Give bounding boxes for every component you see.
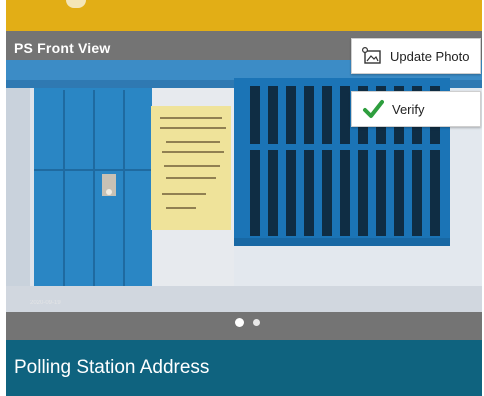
- photo-view-label: PS Front View: [14, 40, 111, 56]
- verify-label: Verify: [392, 101, 425, 117]
- update-photo-button[interactable]: Update Photo: [351, 38, 481, 74]
- polling-station-card: PS Front View 2020-09-19 Update Photo Ve…: [6, 0, 482, 396]
- verify-button[interactable]: Verify: [351, 91, 481, 127]
- section-title: Polling Station Address: [14, 357, 210, 378]
- photo-edit-icon: [362, 47, 381, 64]
- carousel-dot[interactable]: [253, 319, 260, 326]
- carousel-pager-bar: [6, 312, 482, 340]
- carousel-dot-active[interactable]: [235, 318, 244, 327]
- checkmark-icon: [363, 100, 384, 118]
- update-photo-label: Update Photo: [390, 48, 470, 64]
- photo-credit: 2020-09-19: [30, 300, 61, 306]
